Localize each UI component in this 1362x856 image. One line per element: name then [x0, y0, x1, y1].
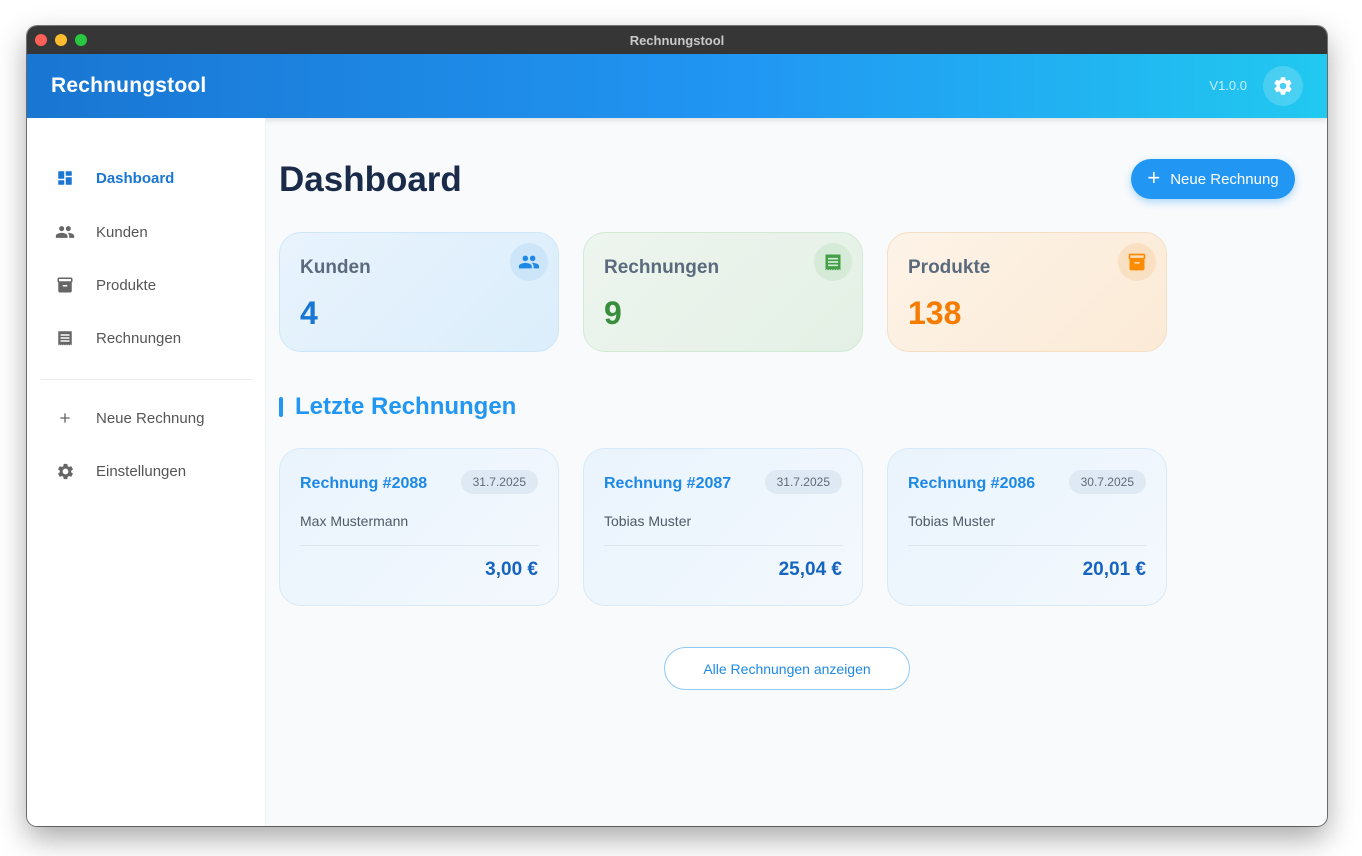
- sidebar-item-label: Dashboard: [96, 169, 175, 187]
- invoice-divider: [908, 545, 1146, 546]
- invoice-date-badge: 31.7.2025: [460, 470, 538, 494]
- gear-icon: [1274, 77, 1292, 95]
- settings-button[interactable]: [1263, 66, 1303, 106]
- sidebar-item-rechnungen[interactable]: Rechnungen: [41, 316, 253, 360]
- sidebar-item-kunden[interactable]: Kunden: [41, 210, 253, 254]
- sidebar-item-dashboard[interactable]: Dashboard: [41, 156, 253, 200]
- invoice-card[interactable]: Rechnung #2087 31.7.2025 Tobias Muster 2…: [583, 448, 863, 606]
- invoice-card[interactable]: Rechnung #2086 30.7.2025 Tobias Muster 2…: [887, 448, 1167, 606]
- stat-label: Produkte: [908, 257, 991, 278]
- receipt-icon: [55, 328, 75, 348]
- archive-icon: [55, 275, 75, 295]
- stat-value: 138: [908, 295, 962, 331]
- invoice-amount: 3,00 €: [485, 559, 538, 580]
- app-window: Rechnungstool Rechnungstool V1.0.0 Dashb…: [27, 26, 1327, 826]
- people-icon: [510, 243, 548, 281]
- app-title: Rechnungstool: [51, 74, 207, 97]
- version-label: V1.0.0: [1209, 78, 1247, 93]
- invoice-customer: Tobias Muster: [604, 513, 692, 529]
- people-icon: [55, 222, 75, 242]
- sidebar-item-label: Produkte: [96, 276, 157, 294]
- minimize-window-button[interactable]: [55, 34, 67, 46]
- stat-card-rechnungen[interactable]: Rechnungen 9: [583, 232, 863, 352]
- stat-card-produkte[interactable]: Produkte 138: [887, 232, 1167, 352]
- dashboard-icon: [55, 168, 75, 188]
- new-invoice-button[interactable]: + Neue Rechnung: [1131, 159, 1295, 199]
- page-title: Dashboard: [279, 160, 462, 199]
- invoice-date-badge: 30.7.2025: [1068, 470, 1146, 494]
- receipt-icon: [814, 243, 852, 281]
- archive-icon: [1118, 243, 1156, 281]
- stat-value: 4: [300, 295, 318, 331]
- sidebar-item-label: Neue Rechnung: [96, 409, 205, 427]
- invoice-amount: 25,04 €: [778, 559, 842, 580]
- invoice-amount: 20,01 €: [1082, 559, 1146, 580]
- window-title: Rechnungstool: [629, 32, 725, 48]
- invoice-customer: Max Mustermann: [300, 513, 409, 529]
- sidebar: Dashboard Kunden Produkte Rechnungen Neu…: [27, 118, 266, 826]
- title-bar: Rechnungstool: [27, 26, 1327, 54]
- window-controls: [35, 34, 87, 46]
- invoice-title: Rechnung #2087: [604, 475, 732, 492]
- main-content: Dashboard + Neue Rechnung Kunden 4 Rechn…: [267, 118, 1327, 826]
- stat-label: Rechnungen: [604, 257, 720, 278]
- stat-card-kunden[interactable]: Kunden 4: [279, 232, 559, 352]
- sidebar-item-label: Rechnungen: [96, 329, 182, 347]
- invoice-customer: Tobias Muster: [908, 513, 996, 529]
- invoice-title: Rechnung #2088: [300, 475, 428, 492]
- stat-value: 9: [604, 295, 622, 331]
- plus-icon: +: [1147, 165, 1161, 190]
- invoice-divider: [604, 545, 842, 546]
- new-invoice-label: Neue Rechnung: [1170, 170, 1279, 188]
- stat-label: Kunden: [300, 257, 371, 278]
- invoice-date-badge: 31.7.2025: [764, 470, 842, 494]
- invoice-title: Rechnung #2086: [908, 475, 1036, 492]
- sidebar-item-produkte[interactable]: Produkte: [41, 263, 253, 307]
- invoice-divider: [300, 545, 538, 546]
- gear-icon: [55, 461, 75, 481]
- close-window-button[interactable]: [35, 34, 47, 46]
- sidebar-item-label: Kunden: [96, 223, 148, 241]
- maximize-window-button[interactable]: [75, 34, 87, 46]
- app-bar: Rechnungstool V1.0.0: [27, 54, 1327, 118]
- sidebar-divider: [41, 379, 253, 380]
- sidebar-item-neue-rechnung[interactable]: Neue Rechnung: [41, 396, 253, 440]
- section-title-recent-invoices: Letzte Rechnungen: [279, 394, 516, 420]
- invoice-card[interactable]: Rechnung #2088 31.7.2025 Max Mustermann …: [279, 448, 559, 606]
- sidebar-item-label: Einstellungen: [96, 462, 187, 480]
- plus-icon: [55, 408, 75, 428]
- sidebar-item-einstellungen[interactable]: Einstellungen: [41, 449, 253, 493]
- show-all-invoices-button[interactable]: Alle Rechnungen anzeigen: [664, 647, 910, 690]
